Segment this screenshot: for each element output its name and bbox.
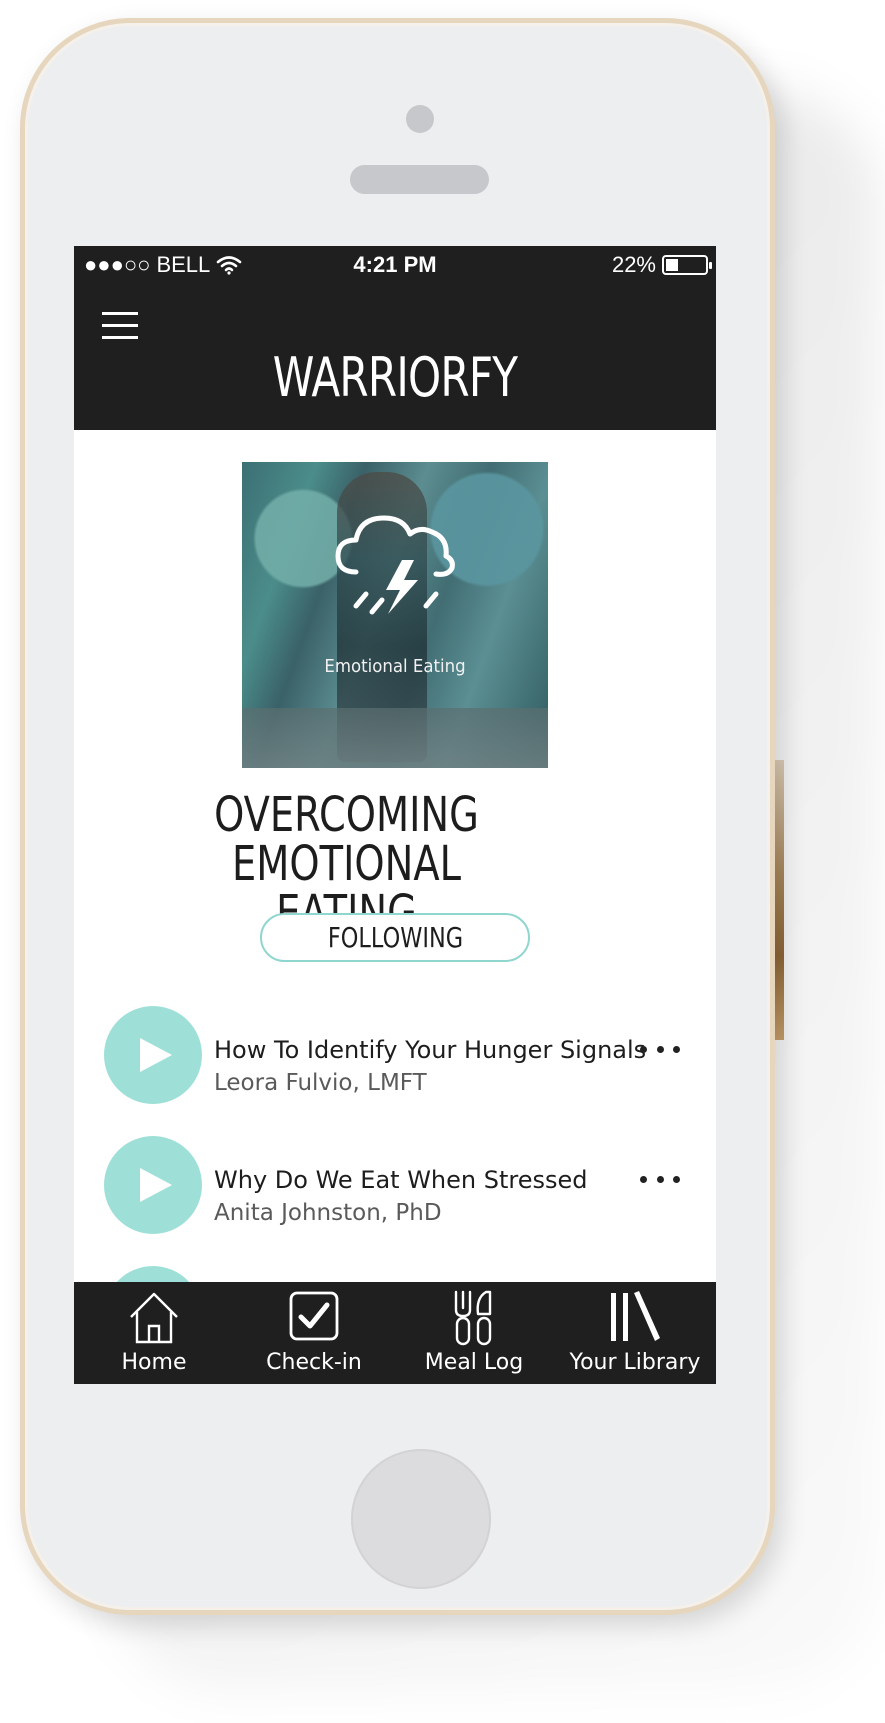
tab-home[interactable]: Home: [74, 1282, 234, 1384]
following-button-label: FOLLOWING: [327, 921, 463, 954]
battery-indicator: 22%: [611, 252, 712, 278]
play-button[interactable]: [104, 1136, 202, 1234]
utensils-icon: [454, 1290, 492, 1346]
tab-meal-log[interactable]: Meal Log: [394, 1282, 554, 1384]
tab-home-label: Home: [121, 1350, 187, 1375]
episode-title: How To Identify Your Hunger Signals: [214, 1036, 647, 1064]
program-title-line-1: OVERCOMING: [214, 787, 479, 843]
library-icon: [611, 1291, 660, 1341]
tab-check-in-label: Check-in: [266, 1350, 362, 1375]
checkbox-icon: [289, 1291, 339, 1341]
tab-your-library[interactable]: Your Library: [554, 1282, 716, 1384]
following-button[interactable]: FOLLOWING: [260, 913, 530, 962]
episode-author: Leora Fulvio, LMFT: [214, 1070, 427, 1096]
tab-your-library-label: Your Library: [569, 1350, 701, 1375]
battery-icon: [662, 255, 712, 275]
play-icon: [140, 1168, 172, 1202]
bottom-tab-bar: Home Check-in Meal Log Your Library: [74, 1282, 716, 1384]
episode-title: Why Do We Eat When Stressed: [214, 1166, 588, 1194]
status-bar: ●●●○○ BELL 4:21 PM 22%: [74, 246, 716, 284]
episode-author: Anita Johnston, PhD: [214, 1200, 442, 1226]
hardware-home-button[interactable]: [351, 1449, 491, 1589]
cover-caption: Emotional Eating: [324, 656, 466, 677]
tab-check-in[interactable]: Check-in: [234, 1282, 394, 1384]
app-title: WARRIORFY: [272, 346, 518, 409]
storm-cloud-icon: [335, 515, 455, 615]
program-cover-image[interactable]: Emotional Eating: [242, 462, 548, 768]
app-screen: ●●●○○ BELL 4:21 PM 22% WARRIORFY Emotion…: [74, 246, 716, 1384]
earpiece-speaker: [350, 165, 489, 194]
hamburger-menu-icon[interactable]: [102, 312, 138, 340]
episode-row[interactable]: How To Identify Your Hunger Signals Leor…: [104, 1006, 704, 1106]
home-icon: [130, 1292, 178, 1344]
episode-row[interactable]: Why Do We Eat When Stressed Anita Johnst…: [104, 1136, 704, 1236]
battery-percent: 22%: [611, 252, 656, 277]
more-options-icon[interactable]: [640, 1176, 680, 1188]
front-camera: [406, 105, 434, 133]
play-icon: [140, 1038, 172, 1072]
app-header: WARRIORFY: [74, 284, 716, 430]
tab-meal-log-label: Meal Log: [424, 1350, 524, 1375]
play-button[interactable]: [104, 1006, 202, 1104]
more-options-icon[interactable]: [640, 1046, 680, 1058]
